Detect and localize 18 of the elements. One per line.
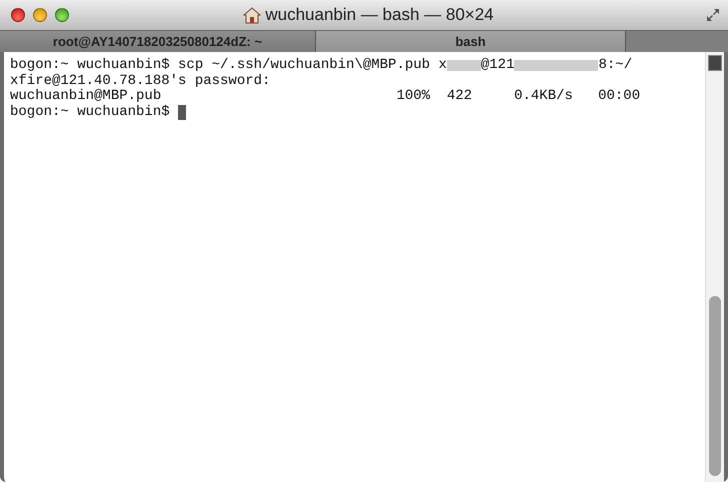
terminal-text: xfire@121.40.78.188's password: — [10, 74, 270, 88]
fullscreen-icon[interactable] — [706, 8, 720, 22]
scrollbar-thumb[interactable] — [709, 296, 721, 476]
terminal-text: 8:~/ — [598, 58, 632, 74]
blurred-text — [446, 60, 481, 72]
window-title: wuchuanbin — bash — 80×24 — [265, 5, 494, 25]
close-button[interactable] — [11, 8, 25, 22]
cursor — [178, 104, 186, 120]
scroll-split-icon[interactable] — [708, 55, 722, 71]
zoom-button[interactable] — [55, 8, 69, 22]
terminal-text: wuchuanbin@MBP.pub 100% 422 0.4KB/s 00:00 — [10, 89, 640, 104]
terminal-text: bogon:~ wuchuanbin$ scp ~/.ssh/wuchuanbin\@MBP.pub x — [10, 58, 447, 74]
house-icon — [243, 6, 262, 24]
tab[interactable]: bash — [316, 30, 626, 52]
minimize-button[interactable] — [33, 8, 47, 22]
terminal-text: bogon:~ wuchuanbin$ — [10, 104, 171, 120]
terminal-text: @121 — [480, 58, 514, 74]
tab[interactable]: root@AY14071820325080124dZ: ~ — [0, 30, 316, 52]
